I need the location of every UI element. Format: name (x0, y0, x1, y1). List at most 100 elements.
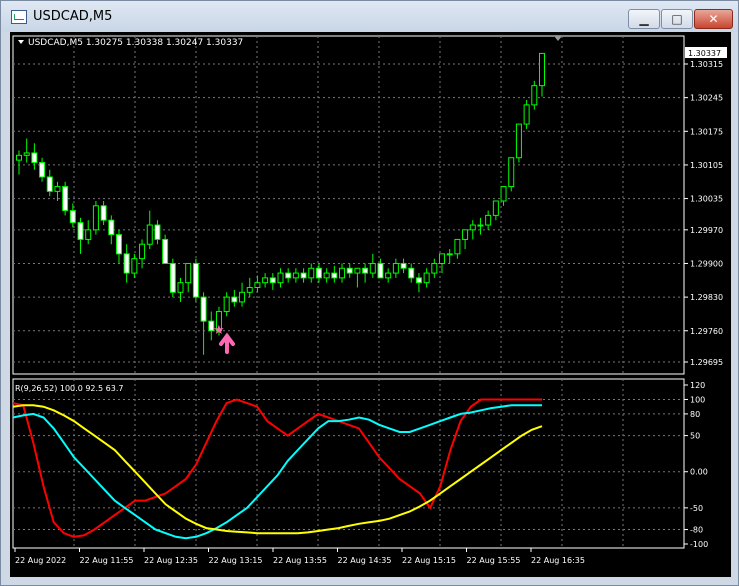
indicator-series-line (12, 404, 542, 540)
candle-body (239, 291, 246, 303)
candle-body (315, 267, 322, 279)
candle-body (192, 262, 199, 298)
candle-body (69, 210, 76, 224)
y-tick-label: 1.30035 (690, 195, 723, 204)
candle-body (346, 267, 353, 274)
indicator-y-tick-label: -80 (690, 526, 703, 535)
y-tick-label: 1.30315 (690, 60, 723, 69)
dropdown-arrow-icon[interactable] (18, 40, 24, 44)
candle-body (200, 296, 207, 322)
buy-arrow-icon (218, 332, 235, 354)
x-axis-label: 22 Aug 14:35 (338, 556, 392, 565)
symbol-quote-line: USDCAD,M5 1.30275 1.30338 1.30247 1.3033… (28, 38, 243, 48)
candle-body (446, 253, 453, 256)
candle-body (177, 282, 184, 293)
indicator-y-tick-label: -50 (690, 504, 703, 513)
indicator-series-line (12, 398, 542, 538)
candle-body (39, 162, 46, 178)
y-tick-label: 1.29760 (690, 327, 723, 336)
candle-body (477, 224, 484, 227)
indicator-y-tick-label: 100 (690, 395, 705, 404)
candle-body (492, 200, 499, 216)
candle-body (262, 277, 269, 284)
y-tick-label: 1.30105 (690, 161, 723, 170)
candle-body (531, 85, 538, 106)
candle-body (415, 277, 422, 284)
candle-body (223, 296, 230, 313)
candle-body (362, 267, 369, 274)
candle-body (539, 52, 545, 87)
indicator-y-tick-label: -100 (690, 540, 708, 549)
x-axis-label: 22 Aug 15:15 (402, 556, 456, 565)
candle-body (92, 205, 99, 231)
candle-body (300, 272, 307, 279)
x-axis-label: 22 Aug 16:35 (531, 556, 585, 565)
candle-body (369, 262, 376, 274)
main-panel-frame (12, 35, 685, 375)
y-tick-label: 1.29970 (690, 226, 723, 235)
candle-body (339, 267, 346, 279)
x-axis-label: 22 Aug 11:55 (80, 556, 134, 565)
y-tick-label: 1.30175 (690, 127, 723, 136)
candle-body (123, 253, 130, 274)
candle-body (462, 229, 469, 240)
candle-body (500, 186, 507, 202)
chart-canvas[interactable]: 1.30315 1.30245 1.30175 1.30105 1.30035 1.299… (10, 32, 731, 577)
candle-body (454, 238, 461, 255)
candle-body (269, 277, 276, 284)
candle-body (515, 123, 522, 159)
candle-body (154, 224, 161, 240)
candle-body (308, 267, 315, 279)
current-price-label: 1.30337 (688, 49, 721, 58)
candle-body (31, 152, 38, 164)
y-tick-label: 1.30245 (690, 94, 723, 103)
candle-body (139, 243, 146, 260)
candle-body (23, 152, 30, 156)
candle-body (254, 282, 261, 288)
candle-body (162, 238, 169, 264)
x-axis-label: 22 Aug 15:55 (467, 556, 521, 565)
chart-window-icon (11, 10, 27, 24)
chart-area[interactable]: 1.30315 1.30245 1.30175 1.30105 1.30035 1.299… (10, 32, 731, 577)
indicator-label: R(9,26,52) 100.0 92.5 63.7 (15, 384, 124, 393)
candle-body (231, 296, 238, 303)
candle-body (292, 272, 299, 279)
candle-body (408, 267, 415, 279)
indicator-y-tick-label: 80 (690, 410, 700, 419)
x-axis-label: 22 Aug 12:35 (144, 556, 198, 565)
indicator-series-line (12, 404, 543, 535)
candle-body (323, 272, 330, 279)
candle-body (385, 272, 392, 279)
candle-body (469, 224, 476, 231)
y-tick-label: 1.29695 (690, 358, 723, 367)
candle-body (400, 262, 407, 269)
candle-body (377, 262, 384, 279)
candle-body (146, 224, 153, 245)
candle-body (108, 219, 115, 236)
maximize-button[interactable]: □ (661, 9, 693, 29)
y-tick-label: 1.29900 (690, 259, 723, 268)
candle-body (16, 154, 22, 161)
x-axis-label: 22 Aug 2022 (15, 556, 66, 565)
candle-body (185, 262, 192, 284)
candle-body (100, 205, 107, 221)
x-axis-label: 22 Aug 13:55 (273, 556, 327, 565)
chart-window: USDCAD,M5 ▁ □ ✕ 1.30315 1.30245 1.30175 1.3… (0, 0, 739, 586)
candle-body (392, 262, 399, 274)
candle-body (131, 258, 138, 274)
candle-body (439, 253, 446, 264)
candle-body (485, 214, 492, 226)
candle-body (246, 287, 253, 293)
y-tick-label: 1.29830 (690, 293, 723, 302)
minimize-button[interactable]: ▁ (628, 9, 660, 29)
candle-body (46, 176, 53, 192)
candle-body (277, 272, 284, 284)
candle-body (77, 222, 84, 240)
candle-body (285, 272, 292, 279)
window-title: USDCAD,M5 (33, 9, 113, 24)
close-button[interactable]: ✕ (694, 9, 733, 29)
indicator-y-tick-label: 50 (690, 432, 700, 441)
shift-marker (554, 36, 562, 41)
title-bar[interactable]: USDCAD,M5 ▁ □ ✕ (1, 1, 738, 32)
candle-body (115, 234, 122, 255)
